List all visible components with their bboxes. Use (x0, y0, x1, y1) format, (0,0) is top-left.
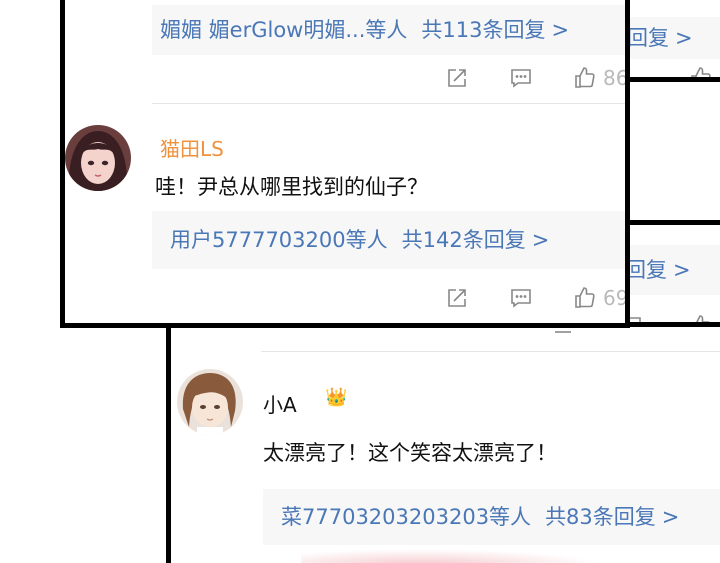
like-icon[interactable] (571, 65, 599, 91)
username[interactable]: 猫田LS (160, 133, 224, 162)
comment-panel-maotian: 媚媚 媚erGlow明媚...等人 共113条回复 > 86 猫田LS 哇！尹总… (60, 0, 630, 328)
chevron-right-icon: > (673, 257, 691, 282)
comment-icon[interactable] (507, 65, 535, 91)
chevron-right-icon: > (531, 227, 550, 252)
reply-summary[interactable]: 媚媚 媚erGlow明媚...等人 共113条回复 > (152, 5, 625, 55)
reply-users[interactable]: 菜77703203203203等人 (281, 506, 531, 528)
chevron-right-icon: > (675, 25, 693, 50)
reply-count-link[interactable]: 共83条回复 (545, 506, 656, 528)
reply-users[interactable]: 媚媚 媚erGlow明媚...等人 (160, 19, 407, 41)
like-icon[interactable] (571, 285, 599, 311)
reply-users[interactable]: 用户5777703200等人 (170, 229, 388, 251)
share-icon[interactable] (443, 65, 471, 91)
divider (152, 103, 625, 104)
username[interactable]: 小A (263, 389, 297, 418)
share-icon[interactable] (443, 285, 471, 311)
comment-actions: 69 (443, 285, 629, 311)
reply-count-link[interactable]: 回复 (627, 27, 669, 49)
comment-text: 太漂亮了！这个笑容太漂亮了！ (263, 441, 557, 465)
vip-badge-icon: 👑 (325, 387, 348, 408)
like-icon[interactable] (687, 65, 715, 77)
reply-count-link[interactable]: 共113条回复 (421, 19, 545, 41)
like-count: 69 (603, 286, 629, 310)
divider (261, 351, 720, 352)
comment-icon[interactable] (507, 285, 535, 311)
reply-count-link[interactable]: 共142条回复 (402, 229, 526, 251)
comment-actions (687, 65, 715, 77)
reply-summary[interactable]: 用户5777703200等人 共142条回复 > (152, 211, 625, 269)
avatar[interactable] (177, 369, 243, 435)
like-count: 86 (603, 66, 629, 90)
reply-summary[interactable]: 菜77703203203203等人 共83条回复 > (263, 489, 720, 545)
image-fragment (301, 549, 601, 563)
reply-count-link[interactable]: 回复 (625, 259, 667, 281)
comment-panel-xiaoa: 小A 👑 太漂亮了！这个笑容太漂亮了！ 菜77703203203203等人 共8… (166, 322, 720, 563)
comment-text: 哇！尹总从哪里找到的仙子？ (155, 175, 428, 199)
chevron-right-icon: > (551, 17, 570, 42)
comment-actions: 86 (443, 65, 629, 91)
chevron-right-icon: > (661, 504, 680, 529)
avatar[interactable] (65, 125, 131, 191)
